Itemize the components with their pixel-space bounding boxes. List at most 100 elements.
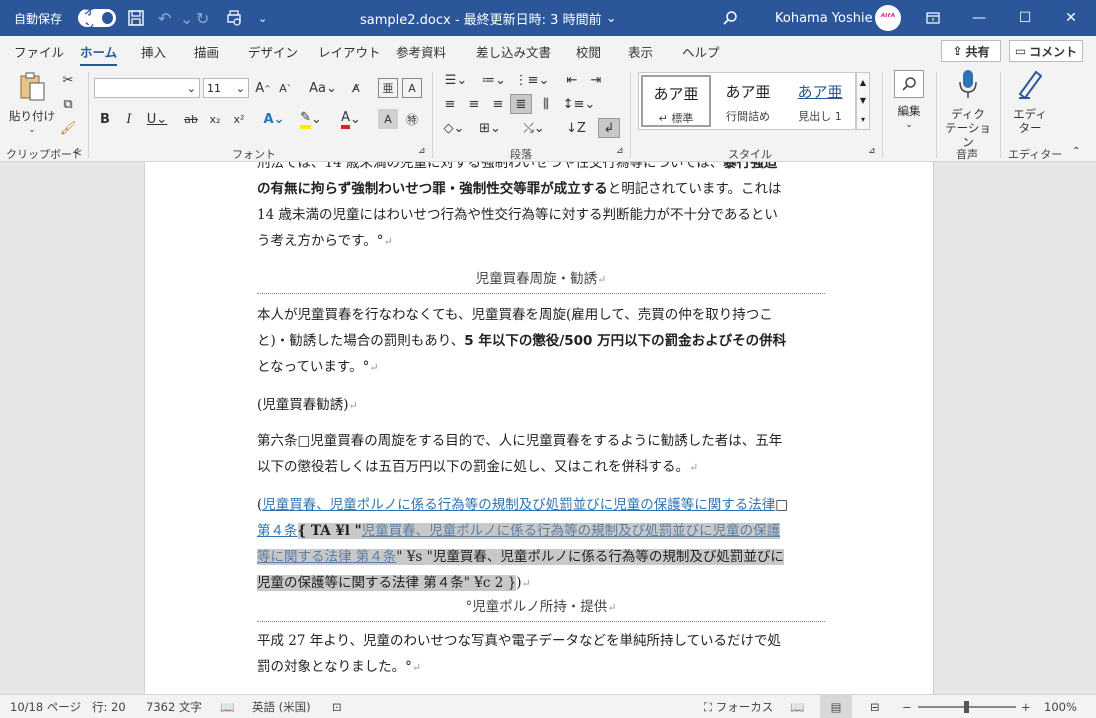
focus-mode-button[interactable]: ⛶ フォーカス [704, 695, 773, 718]
word-count[interactable]: 7362 文字 [146, 695, 202, 718]
minimize-icon[interactable]: — [956, 0, 1002, 36]
copy-icon[interactable]: ⧉ [58, 94, 78, 114]
heading-possession[interactable]: °児童ポルノ所持・提供↵ [257, 594, 825, 621]
ribbon-display-options-icon[interactable] [910, 0, 956, 36]
close-icon[interactable]: ✕ [1048, 0, 1094, 36]
dictate-button[interactable]: ディク テーション [942, 68, 994, 149]
character-border-icon[interactable]: A [402, 78, 422, 98]
article-paragraph[interactable]: 第六条□児童買春の周旋をする目的で、人に児童買春をするように勧誘した者は、五年 … [257, 428, 825, 481]
subscript-icon[interactable]: x₂ [206, 109, 224, 129]
share-button[interactable]: ⇪ 共有 [941, 40, 1001, 62]
tab-file[interactable]: ファイル [14, 42, 64, 61]
maximize-icon[interactable]: ☐ [1002, 0, 1048, 36]
line-number[interactable]: 行: 20 [92, 695, 126, 718]
multilevel-list-icon[interactable]: ⋮≡⌄ [515, 70, 550, 90]
tab-home[interactable]: ホーム [80, 42, 118, 67]
customize-qat-icon[interactable]: ⌄ [258, 0, 267, 36]
read-mode-icon[interactable]: 📖 [790, 695, 804, 718]
bullets-icon[interactable]: ☰⌄ [440, 70, 472, 90]
enclose-characters-icon[interactable]: ㊕ [402, 109, 422, 129]
paste-button[interactable]: 貼り付け ⌄ [8, 72, 56, 137]
style-gallery-scroll[interactable]: ▲ ▼ ▾ [856, 72, 870, 130]
undo-dropdown-icon[interactable]: ⌄ [180, 0, 193, 36]
font-launcher-icon[interactable]: ⊿ [418, 146, 426, 156]
cut-icon[interactable]: ✂ [58, 70, 78, 90]
save-icon[interactable] [127, 0, 145, 36]
strikethrough-icon[interactable]: ab [180, 109, 202, 129]
avatar[interactable]: ᴬᴵᶠᴬ [875, 0, 901, 36]
font-size-combo[interactable]: 11 ⌄ [203, 78, 249, 98]
align-center-icon[interactable]: ≡ [464, 94, 484, 114]
format-painter-icon[interactable]: 🖌 [58, 118, 78, 138]
page-count[interactable]: 10/18 ページ [10, 695, 81, 718]
change-case-icon[interactable]: Aa⌄ [308, 78, 338, 98]
subheading-solicitation[interactable]: (児童買春勧誘)↵ [257, 392, 825, 419]
undo-icon[interactable]: ↶ [158, 0, 171, 36]
autosave-toggle[interactable]: オン [78, 0, 116, 36]
language[interactable]: 英語 (米国) [252, 695, 311, 718]
chevron-up-icon[interactable]: ▲ [860, 78, 866, 87]
document-title[interactable]: sample2.docx - 最終更新日時: 3 時間前 ⌄ [360, 0, 617, 36]
redo-icon[interactable]: ↻ [196, 0, 209, 36]
citation-link[interactable]: 第４条 [257, 523, 298, 539]
tab-design[interactable]: デザイン [248, 42, 298, 61]
align-right-icon[interactable]: ≡ [488, 94, 508, 114]
citation-paragraph[interactable]: (児童買春、児童ポルノに係る行為等の規制及び処罰並びに児童の保護等に関する法律□… [257, 492, 825, 597]
justify-icon[interactable]: ≣ [510, 94, 532, 114]
highlight-icon[interactable]: ✎ ⌄ [296, 109, 326, 129]
bold-icon[interactable]: B [96, 109, 114, 129]
underline-icon[interactable]: U⌄ [144, 109, 170, 129]
print-layout-icon[interactable]: ▤ [820, 695, 852, 718]
clear-formatting-icon[interactable]: A̸ [346, 78, 366, 98]
web-layout-icon[interactable]: ⊟ [870, 695, 880, 718]
comment-button[interactable]: ▭ コメント [1009, 40, 1083, 62]
editing-button[interactable]: 編集 ⌄ [890, 70, 928, 132]
borders-icon[interactable]: ⊞⌄ [476, 118, 504, 138]
font-color-icon[interactable]: A ⌄ [336, 109, 366, 129]
clipboard-launcher-icon[interactable]: ⊿ [72, 146, 80, 156]
paragraph-3[interactable]: 平成 27 年より、児童のわいせつな写真や電子データなどを単純所持しているだけで… [257, 628, 825, 681]
zoom-out-button[interactable]: − [902, 695, 912, 718]
numbering-icon[interactable]: ≔⌄ [478, 70, 510, 90]
show-marks-icon[interactable]: ↲ [598, 118, 620, 138]
document-area[interactable]: 刑法では、14 歳未満の児童に対する強制わいせつや性交行為等については、暴行強迫… [0, 162, 1096, 694]
zoom-slider-thumb[interactable] [964, 701, 969, 713]
zoom-in-button[interactable]: + [1021, 695, 1031, 718]
style-normal[interactable]: あア亜 ↵ 標準 [641, 75, 711, 127]
tab-references[interactable]: 参考資料 [396, 42, 446, 61]
tab-review[interactable]: 校閲 [576, 42, 601, 61]
shading-icon[interactable]: ◇⌄ [440, 118, 468, 138]
align-left-icon[interactable]: ≡ [440, 94, 460, 114]
styles-launcher-icon[interactable]: ⊿ [868, 146, 876, 156]
tab-help[interactable]: ヘルプ [682, 42, 720, 61]
more-styles-icon[interactable]: ▾ [861, 115, 865, 124]
collapse-ribbon-icon[interactable]: ⌃ [1072, 146, 1080, 157]
user-name[interactable]: Kohama Yoshie [775, 0, 873, 36]
ta-field-code[interactable]: 児童の保護等に関する法律 第４条" ¥c 2 } [257, 575, 517, 591]
tab-layout[interactable]: レイアウト [318, 42, 381, 61]
editor-button[interactable]: エディ ター [1006, 68, 1054, 135]
paragraph-1[interactable]: 刑法では、14 歳未満の児童に対する強制わいせつや性交行為等については、暴行強迫… [257, 162, 825, 255]
tab-draw[interactable]: 描画 [194, 42, 219, 61]
chevron-down-icon[interactable]: ▼ [860, 96, 866, 105]
distributed-icon[interactable]: ⫼ [536, 94, 556, 114]
phonetic-guide-icon[interactable]: 亜 [378, 78, 398, 98]
print-preview-icon[interactable] [225, 0, 243, 36]
citation-link[interactable]: 児童買春、児童ポルノに係る行為等の規制及び処罰並びに児童の保護等に関する法律 [262, 497, 775, 513]
tab-mailings[interactable]: 差し込み文書 [476, 42, 551, 61]
superscript-icon[interactable]: x² [230, 109, 248, 129]
tab-insert[interactable]: 挿入 [141, 42, 166, 61]
asian-layout-icon[interactable]: ⤯⌄ [520, 118, 548, 138]
document-page[interactable]: 刑法では、14 歳未満の児童に対する強制わいせつや性交行為等については、暴行強迫… [144, 162, 934, 694]
proofing-icon[interactable]: 📖 [220, 695, 234, 718]
font-name-combo[interactable]: ⌄ [94, 78, 200, 98]
line-spacing-icon[interactable]: ↕≡⌄ [563, 94, 596, 114]
italic-icon[interactable]: I [120, 109, 138, 129]
style-no-spacing[interactable]: あア亜 行間詰め [713, 75, 783, 127]
sort-icon[interactable]: ↓Z [566, 118, 586, 138]
zoom-level[interactable]: 100% [1044, 695, 1077, 718]
shrink-font-icon[interactable]: Aˇ [276, 78, 294, 98]
ta-field-code[interactable]: { TA ¥l "児童買春、児童ポルノに係る行為等の規制及び処罰並びに児童の保護 [297, 523, 781, 539]
tab-view[interactable]: 表示 [628, 42, 653, 61]
decrease-indent-icon[interactable]: ⇤ [562, 70, 582, 90]
